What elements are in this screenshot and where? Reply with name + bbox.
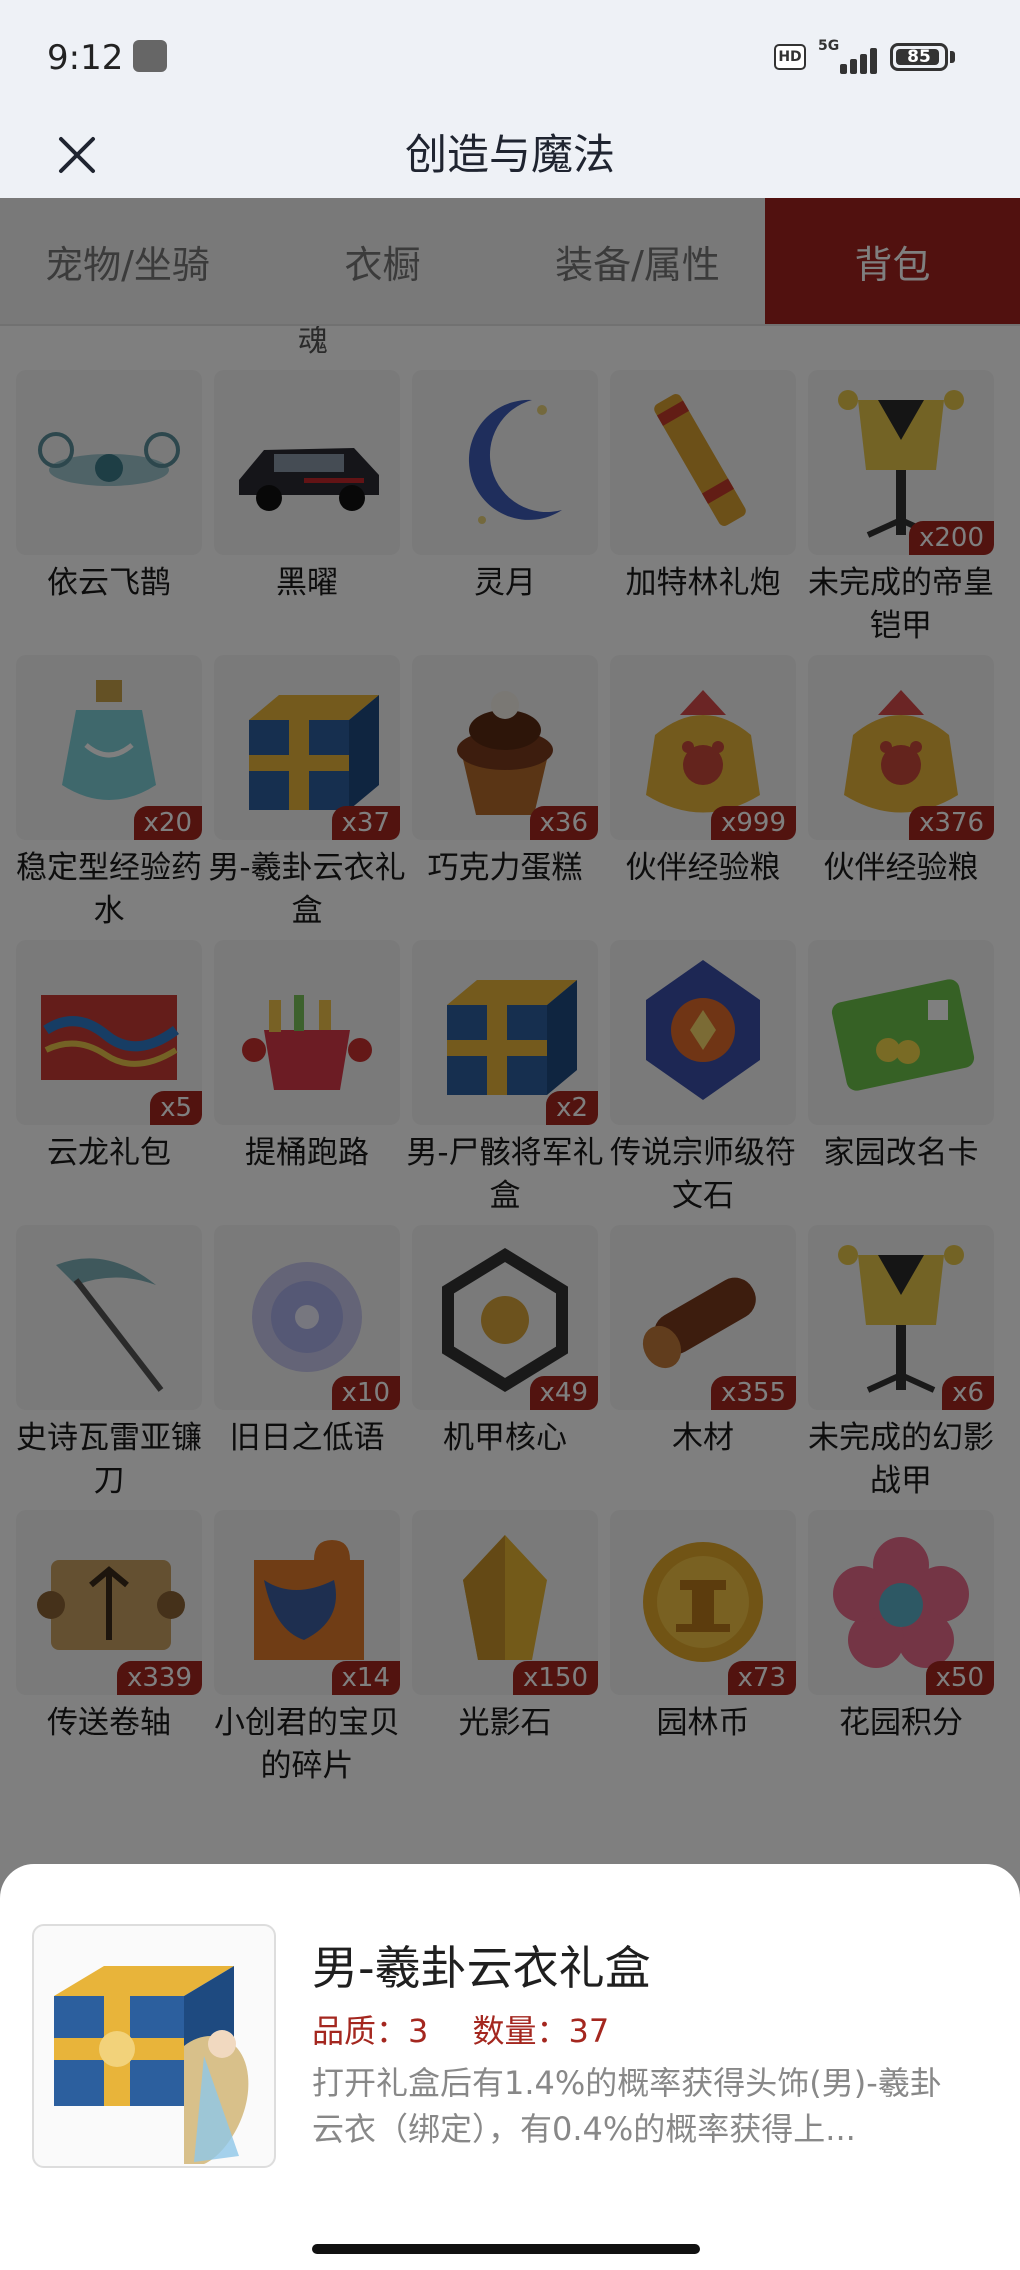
item-quantity: 数量：37 [472, 2012, 610, 2050]
item-detail-sheet: 男-羲卦云衣礼盒 品质：3 数量：37 打开礼盒后有1.4%的概率获得头饰(男)… [0, 1864, 1020, 2270]
item-detail-description: 打开礼盒后有1.4%的概率获得头饰(男)-羲卦云衣（绑定），有0.4%的概率获得… [312, 2064, 942, 2148]
battery-level: 85 [907, 47, 931, 67]
item-detail-meta: 品质：3 数量：37 [312, 2006, 643, 2052]
item-detail-image [32, 1924, 276, 2168]
hd-icon: HD [774, 44, 806, 70]
notification-icon [133, 40, 167, 72]
network-type: 5G [818, 38, 840, 54]
app-header: 创造与魔法 [0, 112, 1020, 198]
item-detail-name: 男-羲卦云衣礼盒 [312, 1941, 651, 1995]
status-bar: 9:12 HD 5G 85 [0, 0, 1020, 112]
page-title: 创造与魔法 [404, 130, 615, 179]
item-quality: 品质：3 [312, 2012, 429, 2050]
gift-box-icon [54, 1966, 249, 2164]
status-time: 9:12 [47, 38, 124, 78]
home-indicator [312, 2244, 700, 2254]
battery-icon: 85 [890, 43, 948, 71]
